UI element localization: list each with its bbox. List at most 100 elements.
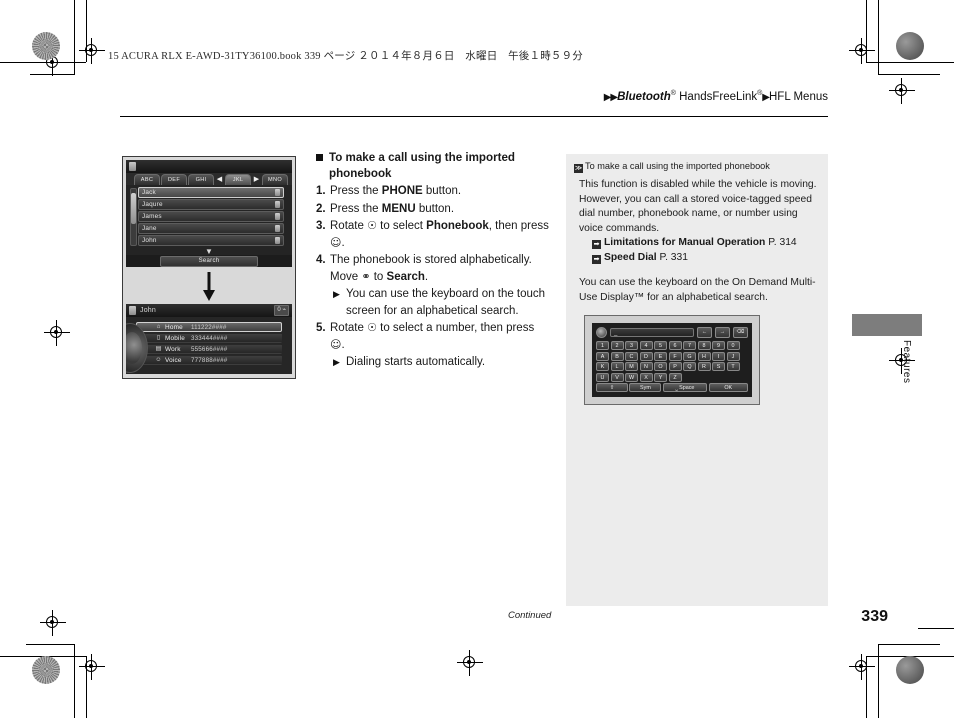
key[interactable]: K <box>596 362 609 371</box>
step-number: 4. <box>316 254 326 266</box>
list-scrollbar[interactable] <box>130 188 137 246</box>
reference-label[interactable]: Speed Dial <box>604 252 657 263</box>
reference-page: P. 314 <box>768 237 797 248</box>
key[interactable]: J <box>726 351 740 361</box>
keyboard-back-icon[interactable] <box>596 327 607 338</box>
ok-key[interactable]: OK <box>708 383 748 392</box>
tab-next-arrow-icon[interactable]: ▶ <box>252 176 261 184</box>
key[interactable]: W <box>625 372 638 382</box>
registration-mark-mid-left <box>44 320 70 346</box>
reference-label[interactable]: Limitations for Manual Operation <box>604 237 765 248</box>
figure-frame: ABC DEF GHI ◀ JKL ▶ MNO Jack Jaqure Jame… <box>122 156 296 379</box>
search-input[interactable]: _ <box>610 328 694 337</box>
instructions-column: To make a call using the imported phoneb… <box>316 150 550 371</box>
search-button[interactable]: Search <box>160 256 258 267</box>
instruction-step: 5. Rotate ☉ to select a number, then pre… <box>316 320 550 353</box>
note-title: ≫ To make a call using the imported phone… <box>574 160 818 173</box>
key[interactable]: M <box>625 362 638 371</box>
key[interactable]: Q <box>683 362 696 371</box>
key[interactable]: L <box>610 362 624 371</box>
book-file-header: 15 ACURA RLX E-AWD-31TY36100.book 339 ペー… <box>108 51 583 62</box>
key[interactable]: E <box>654 351 667 361</box>
number-row[interactable]: ☺ Voice 777888#### <box>136 355 282 365</box>
key[interactable]: G <box>683 351 696 361</box>
crop-mark-tr-h2 <box>878 74 940 75</box>
key[interactable]: 3 <box>625 341 638 350</box>
key[interactable]: X <box>639 372 653 382</box>
notes-panel: ≫ To make a call using the imported phone… <box>566 154 828 606</box>
running-head-section: HFL Menus <box>768 90 828 103</box>
key[interactable]: T <box>726 362 740 371</box>
tab-jkl[interactable]: JKL <box>225 174 251 185</box>
key[interactable]: B <box>610 351 624 361</box>
key[interactable]: 0 <box>726 341 740 350</box>
keyboard-top-row: _ ← → ⌫ <box>596 327 748 338</box>
phone-type-icon <box>275 237 280 244</box>
key[interactable]: 9 <box>712 341 725 350</box>
key[interactable]: R <box>697 362 711 371</box>
key[interactable]: 1 <box>596 341 609 350</box>
list-item[interactable]: John <box>138 235 284 246</box>
key[interactable]: P <box>668 362 682 371</box>
bullet-square-icon <box>316 154 323 161</box>
keyboard-row-k-t: K L M N O P Q R S T <box>596 362 748 371</box>
step-text: Press the PHONE button. <box>330 185 462 197</box>
key[interactable]: D <box>639 351 653 361</box>
key[interactable]: N <box>639 362 653 371</box>
tab-def[interactable]: DEF <box>161 174 187 185</box>
key[interactable]: F <box>668 351 682 361</box>
cursor-right-icon[interactable]: → <box>715 327 730 338</box>
number-row[interactable]: ▤ Work 555666#### <box>136 344 282 354</box>
key[interactable]: Z <box>668 372 682 382</box>
key[interactable]: C <box>625 351 638 361</box>
number-row-value: 777888#### <box>191 356 228 364</box>
cursor-left-icon[interactable]: ← <box>697 327 712 338</box>
number-list: ⌂ Home 111222#### ▯ Mobile 333444#### ▤ … <box>126 317 292 374</box>
step-number: 3. <box>316 220 326 232</box>
contact-icon <box>129 306 136 315</box>
key[interactable]: 8 <box>697 341 711 350</box>
symbol-key[interactable]: Sym <box>629 383 662 392</box>
tab-abc[interactable]: ABC <box>134 174 160 185</box>
key[interactable]: I <box>712 351 725 361</box>
registration-mark-top-right-2 <box>889 78 915 104</box>
number-row-label: Voice <box>165 356 182 364</box>
step-text: Press the MENU button. <box>330 202 455 215</box>
backspace-icon[interactable]: ⌫ <box>733 327 748 338</box>
scroll-down-caret-icon[interactable]: ▼ <box>126 248 292 256</box>
tab-prev-arrow-icon[interactable]: ◀ <box>215 176 224 184</box>
key[interactable]: 7 <box>683 341 696 350</box>
tab-mno[interactable]: MNO <box>262 174 288 185</box>
sub-arrow-icon: ▶ <box>333 289 340 299</box>
key[interactable]: 5 <box>654 341 667 350</box>
number-row[interactable]: ▯ Mobile 333444#### <box>136 333 282 343</box>
key[interactable]: Y <box>654 372 667 382</box>
sub-arrow-icon: ▶ <box>333 357 340 367</box>
list-item[interactable]: Jaqure <box>138 199 284 210</box>
key[interactable]: 4 <box>639 341 653 350</box>
list-item-label: James <box>142 213 162 220</box>
list-item[interactable]: Jane <box>138 223 284 234</box>
list-item[interactable]: James <box>138 211 284 222</box>
key[interactable]: U <box>596 372 609 382</box>
key[interactable]: A <box>596 351 609 361</box>
key[interactable]: O <box>654 362 667 371</box>
number-row[interactable]: ⌂ Home 111222#### <box>136 322 282 332</box>
tab-ghi[interactable]: GHI <box>188 174 214 185</box>
signal-status-badge: 0 ⌁ <box>274 305 289 316</box>
number-row-value: 555666#### <box>191 345 228 353</box>
screenshot-keyboard: _ ← → ⌫ 1 2 3 4 5 6 7 8 9 0 A B C D E F … <box>592 323 752 397</box>
screenshot-phonebook-list: ABC DEF GHI ◀ JKL ▶ MNO Jack Jaqure Jame… <box>126 160 292 267</box>
key[interactable]: S <box>712 362 725 371</box>
running-head: ▶▶Bluetooth® HandsFreeLink®▶HFL Menus <box>604 90 828 103</box>
running-head-product: HandsFreeLink <box>675 90 758 103</box>
key[interactable]: V <box>610 372 624 382</box>
key[interactable]: H <box>697 351 711 361</box>
list-item[interactable]: Jack <box>138 187 284 198</box>
sub-text: Dialing starts automatically. <box>346 356 486 368</box>
shift-key-icon[interactable]: ⇧ <box>596 383 628 392</box>
key[interactable]: 2 <box>610 341 624 350</box>
section-tab-marker <box>852 314 922 336</box>
key[interactable]: 6 <box>668 341 682 350</box>
space-key[interactable]: ⎵ Space <box>662 383 708 392</box>
